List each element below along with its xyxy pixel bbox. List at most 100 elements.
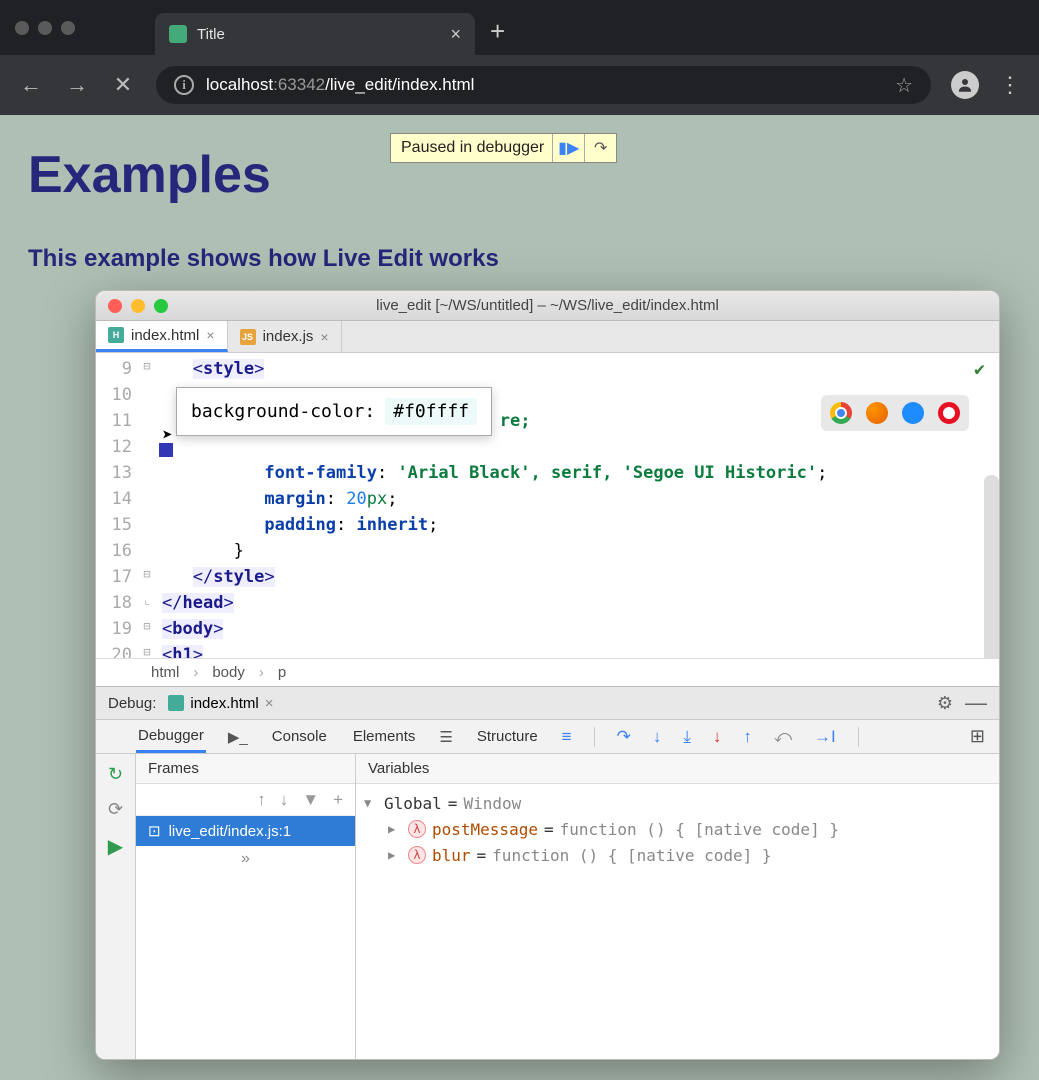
breadcrumb-item[interactable]: body [212,664,245,681]
fold-gutter[interactable]: ⊟⊟⌞⊟⊟⌞⊟⌞ [138,353,156,658]
ide-tab-bar: H index.html × JS index.js × [96,321,999,353]
variables-panel: Variables ▼ Global = Window ▶λ postMessa… [356,754,999,1059]
ide-tab-label: index.html [131,327,199,344]
ide-titlebar[interactable]: live_edit [~/WS/untitled] – ~/WS/live_ed… [96,291,999,321]
tab-structure[interactable]: Structure [475,722,540,751]
variables-tree[interactable]: ▼ Global = Window ▶λ postMessage = funct… [356,784,999,1059]
frame-icon: ⊡ [148,822,161,840]
breadcrumb-item[interactable]: html [151,664,179,681]
html-file-icon [168,695,184,711]
debug-config[interactable]: index.html × [168,695,273,712]
stack-frame[interactable]: ⊡ live_edit/index.js:1 [136,816,355,846]
breadcrumb-item[interactable]: p [278,664,286,681]
frames-header: Frames [136,754,355,784]
breadcrumb[interactable]: html› body› p [96,658,999,686]
site-info-icon[interactable]: i [174,75,194,95]
tooltip-value: #f0ffff [385,398,477,425]
address-bar[interactable]: i localhost:63342/live_edit/index.html ☆ [156,66,931,104]
frame-down-icon[interactable]: ↓ [280,790,289,810]
close-tab-icon[interactable]: × [320,329,328,345]
browser-tab[interactable]: Title × [155,13,475,55]
step-over-icon[interactable]: ↷ [617,727,631,747]
filter-icon[interactable]: ▼ [302,790,319,810]
ide-title: live_edit [~/WS/untitled] – ~/WS/live_ed… [96,297,999,314]
ide-close-icon[interactable] [108,299,122,313]
url-text: localhost:63342/live_edit/index.html [206,75,474,95]
window-controls[interactable] [15,21,75,35]
debugger-step-button[interactable]: ↷ [584,134,616,162]
step-out-red-icon[interactable]: ↓ [713,727,722,747]
debugger-resume-button[interactable]: ▮▶ [552,134,584,162]
menu-button[interactable]: ⋮ [999,72,1021,98]
browser-chrome: Title × + ← → ✕ i localhost:63342/live_e… [0,0,1039,115]
frames-panel: Frames ↑ ↓ ▼ + ⊡ live_edit/index.js:1 » [136,754,356,1059]
ide-tab-index-js[interactable]: JS index.js × [228,321,342,352]
code-area[interactable]: ➤ background-color: #f0ffff <style> re; … [156,353,999,658]
rerun-icon[interactable]: ↻ [108,764,123,785]
force-step-into-icon[interactable]: ⤓ [683,727,691,747]
step-into-icon[interactable]: ↓ [653,727,662,747]
run-to-cursor-icon[interactable]: →I [814,727,836,747]
update-icon[interactable]: ⟳ [108,799,123,820]
structure-icon: ☰ [439,728,452,746]
close-tab-icon[interactable]: × [450,24,461,45]
debug-body: ↻ ⟳ ▶ Frames ↑ ↓ ▼ + ⊡ live_edit/index.j… [96,754,999,1059]
html-file-icon: H [108,327,124,343]
ide-window-controls[interactable] [108,299,168,313]
debug-label: Debug: [108,695,156,712]
new-tab-button[interactable]: + [490,16,505,47]
mouse-cursor-icon: ➤ [162,425,173,446]
line-number-gutter[interactable]: 910111213141516171819202122232425 [96,353,138,658]
stop-button[interactable]: ✕ [110,72,136,98]
tab-title: Title [197,26,225,43]
js-file-icon: JS [240,329,256,345]
maximize-icon[interactable] [61,21,75,35]
ide-minimize-icon[interactable] [131,299,145,313]
minimize-icon[interactable] [38,21,52,35]
variable-global[interactable]: ▼ Global = Window [364,790,991,816]
debug-tab-bar: Debugger ▶_ Console Elements ☰ Structure… [96,720,999,754]
tab-debugger[interactable]: Debugger [136,721,206,753]
forward-button[interactable]: → [64,72,90,98]
profile-button[interactable] [951,71,979,99]
evaluate-icon[interactable]: ⊞ [970,726,985,747]
ide-zoom-icon[interactable] [154,299,168,313]
frame-up-icon[interactable]: ↑ [257,790,266,810]
add-icon[interactable]: + [333,790,343,810]
debug-toolwindow-header: Debug: index.html × ⚙ — [96,686,999,720]
frame-label: live_edit/index.js:1 [169,823,292,840]
tab-bar: Title × + [0,0,1039,55]
ide-tab-index-html[interactable]: H index.html × [96,321,228,352]
debug-side-toolbar: ↻ ⟳ ▶ [96,754,136,1059]
bookmark-icon[interactable]: ☆ [895,73,913,98]
close-icon[interactable] [15,21,29,35]
more-frames-icon[interactable]: » [136,846,355,872]
nav-bar: ← → ✕ i localhost:63342/live_edit/index.… [0,55,1039,115]
console-icon: ▶_ [228,728,248,746]
page-subheading: This example shows how Live Edit works [28,245,1011,273]
favicon-icon [169,25,187,43]
close-tab-icon[interactable]: × [206,327,214,343]
tooltip-property: background-color: [191,401,375,422]
hide-icon[interactable]: — [965,690,987,716]
variable-postmessage[interactable]: ▶λ postMessage = function () { [native c… [364,816,991,842]
settings-icon[interactable]: ⚙ [937,693,953,714]
drop-frame-icon[interactable]: ⤺ [774,727,792,747]
back-button[interactable]: ← [18,72,44,98]
close-icon[interactable]: × [265,695,274,712]
threads-icon[interactable]: ≡ [562,727,572,747]
frames-toolbar: ↑ ↓ ▼ + [136,784,355,816]
ide-window: live_edit [~/WS/untitled] – ~/WS/live_ed… [95,290,1000,1060]
debugger-status: Paused in debugger [401,139,552,157]
tab-elements[interactable]: Elements [351,722,418,751]
step-out-icon[interactable]: ↑ [743,727,752,747]
page-viewport: Paused in debugger ▮▶ ↷ Examples This ex… [0,115,1039,303]
color-tooltip: background-color: #f0ffff [176,387,492,436]
resume-icon[interactable]: ▶ [108,834,123,859]
tab-console[interactable]: Console [270,722,329,751]
variable-blur[interactable]: ▶λ blur = function () { [native code] } [364,842,991,868]
ide-tab-label: index.js [263,328,314,345]
code-editor[interactable]: ✔ 910111213141516171819202122232425 ⊟⊟⌞⊟… [96,353,999,658]
variables-header: Variables [356,754,999,784]
debugger-overlay: Paused in debugger ▮▶ ↷ [390,133,617,163]
